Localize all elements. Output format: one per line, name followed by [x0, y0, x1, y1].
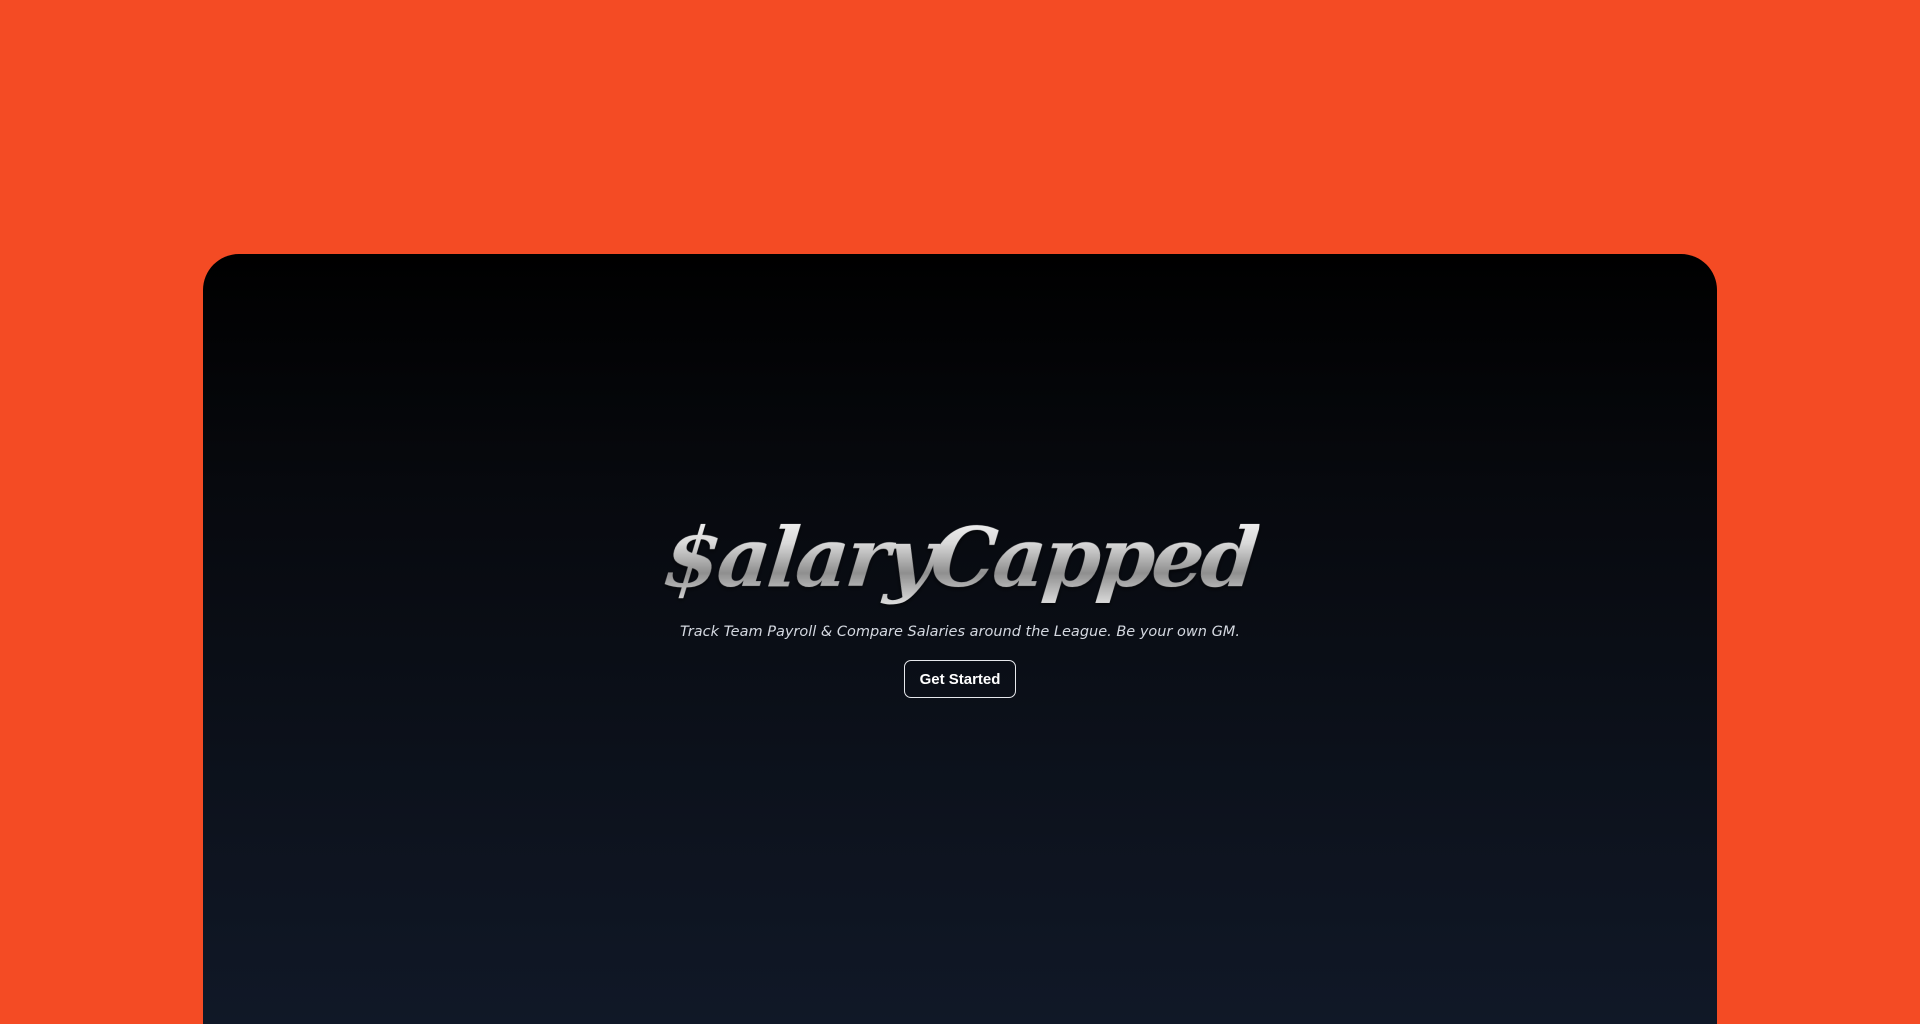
- tagline: Track Team Payroll & Compare Salaries ar…: [680, 624, 1240, 640]
- hero-section: $alaryCapped Track Team Payroll & Compar…: [203, 508, 1717, 698]
- app-window: $alaryCapped Track Team Payroll & Compar…: [203, 254, 1717, 1024]
- brand-logo: $alaryCapped: [659, 510, 1261, 606]
- get-started-button[interactable]: Get Started: [903, 660, 1017, 698]
